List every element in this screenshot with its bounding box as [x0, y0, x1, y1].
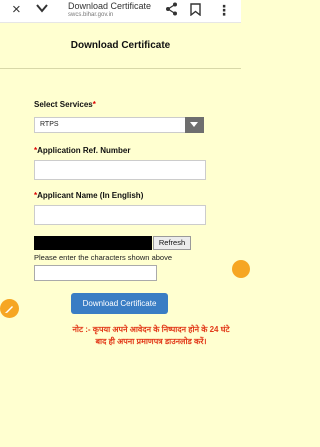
- services-selected-value: RTPS: [40, 121, 59, 128]
- app-ref-input[interactable]: [34, 160, 206, 180]
- required-mark: *: [92, 100, 96, 109]
- captcha-image: [34, 236, 152, 250]
- caret-down-icon: [190, 122, 198, 127]
- services-label: Select Services*: [34, 100, 96, 109]
- applicant-name-label: *Applicant Name (In English): [34, 191, 144, 200]
- browser-url: swcs.bihar.gov.in: [68, 12, 114, 18]
- refresh-button[interactable]: Refresh: [153, 236, 191, 250]
- browser-toolbar: × Download Certificate swcs.bihar.gov.in…: [0, 0, 241, 23]
- browser-title: Download Certificate: [68, 1, 152, 11]
- heading-bar: Download Certificate: [0, 23, 241, 69]
- app-ref-label: *Application Ref. Number: [34, 146, 131, 155]
- download-certificate-panel: Download Certificate Select Services* RT…: [0, 23, 250, 447]
- services-select[interactable]: RTPS: [34, 117, 204, 133]
- feedback-fab[interactable]: [0, 299, 19, 318]
- share-icon[interactable]: [165, 2, 178, 16]
- side-fab[interactable]: [232, 260, 250, 278]
- download-certificate-button[interactable]: Download Certificate: [71, 293, 168, 314]
- more-menu-icon[interactable]: ⋮: [217, 2, 231, 18]
- captcha-input[interactable]: [34, 265, 157, 281]
- dropdown-button[interactable]: [185, 117, 204, 133]
- close-icon[interactable]: ×: [12, 2, 21, 18]
- chevron-down-icon[interactable]: [35, 1, 49, 15]
- captcha-hint: Please enter the characters shown above: [34, 253, 172, 262]
- bookmark-icon[interactable]: [190, 3, 201, 16]
- pencil-icon: [5, 306, 13, 313]
- page-title: Download Certificate: [70, 40, 171, 51]
- applicant-name-input[interactable]: [34, 205, 206, 225]
- note-text: नोट :- कृपया अपने आवेदन के निष्पादन होने…: [72, 325, 230, 346]
